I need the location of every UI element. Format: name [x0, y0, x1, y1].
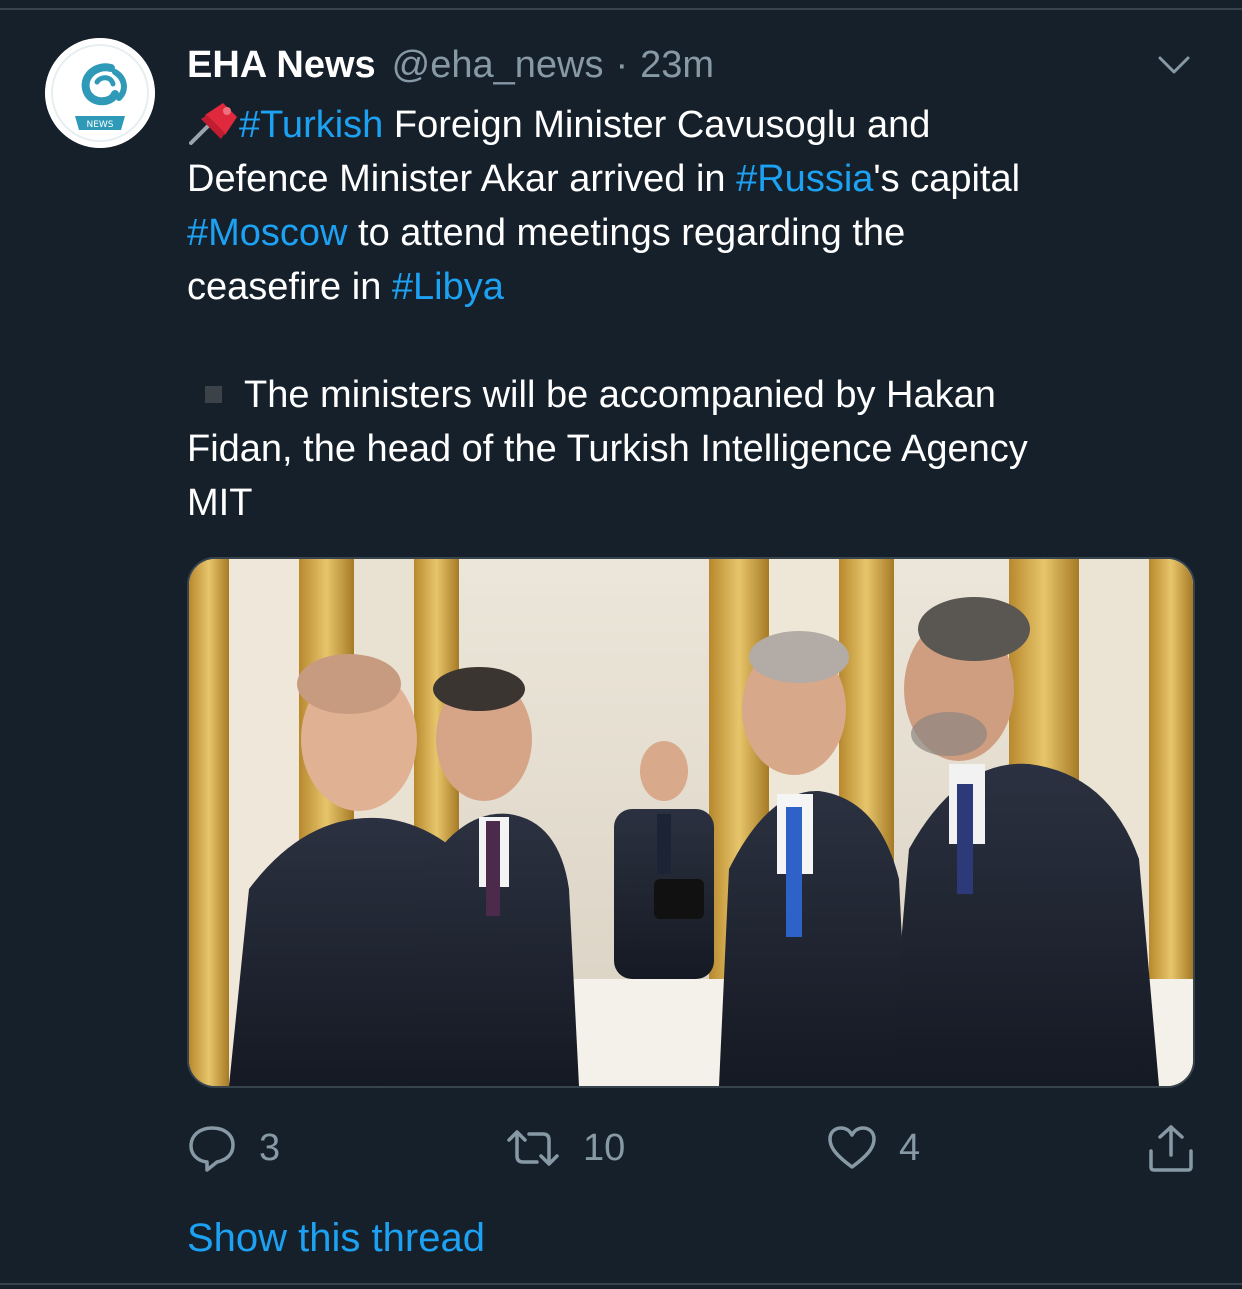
hashtag-russia[interactable]: #Russia: [736, 158, 873, 200]
avatar-label: NEWS: [86, 120, 113, 130]
heart-icon: [828, 1126, 876, 1169]
text-segment: MIT: [187, 482, 253, 524]
hashtag-moscow[interactable]: #Moscow: [187, 212, 348, 254]
text-segment: ceasefire in: [187, 266, 392, 308]
text-line: The ministers will be accompanied by Hak…: [187, 368, 1197, 422]
chevron-down-icon: [1158, 56, 1190, 74]
show-thread-link[interactable]: Show this thread: [187, 1216, 485, 1261]
retweet-count: 10: [583, 1126, 626, 1169]
text-segment: Defence Minister Akar arrived in: [187, 158, 737, 200]
author-handle[interactable]: @eha_news: [392, 44, 604, 87]
timestamp[interactable]: 23m: [640, 44, 714, 87]
share-button[interactable]: [1147, 1120, 1195, 1176]
text-line: Fidan, the head of the Turkish Intellige…: [187, 422, 1197, 476]
text-segment: 's capital: [873, 158, 1021, 200]
text-line: ceasefire in #Libya: [187, 260, 1197, 314]
hashtag-libya[interactable]: #Libya: [392, 266, 504, 308]
tweet-menu-button[interactable]: [1156, 52, 1192, 78]
retweet-icon: [507, 1130, 559, 1166]
separator-dot: ·: [615, 43, 629, 86]
text-line: #Moscow to attend meetings regarding the: [187, 206, 1197, 260]
reply-button[interactable]: 3: [187, 1120, 280, 1176]
eha-news-logo: NEWS: [45, 38, 155, 148]
photo-illustration: [189, 559, 1193, 1086]
text-line: Defence Minister Akar arrived in #Russia…: [187, 152, 1197, 206]
author-name[interactable]: EHA News: [187, 44, 376, 87]
tweet-header: EHA News @eha_news · 23m: [187, 40, 714, 90]
text-line: #Turkish Foreign Minister Cavusoglu and: [187, 98, 1197, 152]
text-segment: Foreign Minister Cavusoglu and: [383, 104, 931, 146]
tweet-actions: 3 10 4: [187, 1120, 1197, 1176]
tweet-text: #Turkish Foreign Minister Cavusoglu and …: [187, 98, 1197, 530]
like-count: 4: [899, 1126, 921, 1169]
retweet-button[interactable]: 10: [505, 1120, 625, 1176]
bottom-divider: [0, 1283, 1242, 1285]
text-segment: to attend meetings regarding the: [347, 212, 906, 254]
avatar[interactable]: NEWS: [45, 38, 155, 148]
text-line: MIT: [187, 476, 1197, 530]
text-segment: Fidan, the head of the Turkish Intellige…: [187, 428, 1028, 470]
black-square-icon: [205, 386, 222, 403]
hashtag-turkish[interactable]: #Turkish: [239, 104, 383, 146]
like-button[interactable]: 4: [827, 1120, 920, 1176]
top-divider: [0, 8, 1242, 10]
reply-count: 3: [259, 1126, 281, 1169]
tweet-photo[interactable]: [187, 557, 1195, 1088]
text-segment: The ministers will be accompanied by Hak…: [244, 374, 996, 416]
reply-icon: [189, 1126, 235, 1172]
pushpin-icon: [187, 101, 239, 145]
share-icon: [1149, 1125, 1193, 1172]
